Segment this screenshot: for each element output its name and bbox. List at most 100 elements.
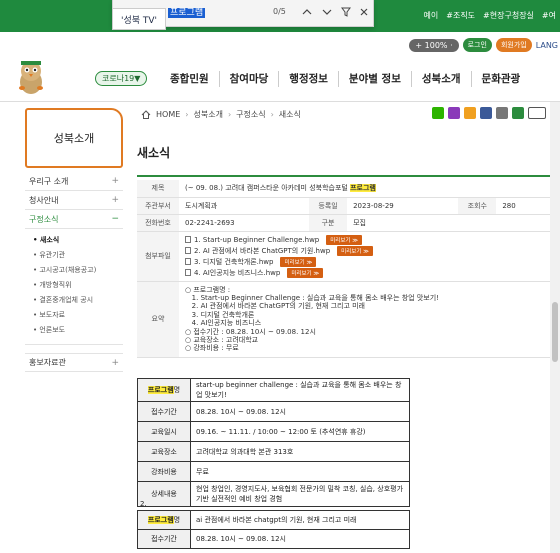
keyword-link[interactable]: #여 xyxy=(542,10,556,21)
nav-item[interactable]: 성북소개 xyxy=(412,71,472,87)
breadcrumb-item[interactable]: 구정소식 xyxy=(236,109,265,120)
file-icon xyxy=(185,236,191,243)
expand-icon: + xyxy=(111,176,119,186)
language-button[interactable]: LANG xyxy=(536,41,560,50)
keyword-link[interactable]: 예이 xyxy=(424,10,439,21)
submenu-item[interactable]: • 유관기관 xyxy=(33,248,123,263)
title-divider xyxy=(137,175,550,177)
find-match-count: 0/5 xyxy=(273,7,286,16)
detail-value: 현업 창업인, 경영지도사, 보육협회 전문가의 밀착 코칭, 실습, 상호평가… xyxy=(190,481,410,507)
filter-icon[interactable] xyxy=(338,4,354,20)
sidebar-item-label: 구정소식 xyxy=(29,214,59,224)
file-icon xyxy=(185,269,191,276)
utility-bar: + 100% · 로그인 회원가입 LANG xyxy=(409,37,560,53)
attachment-list: 1. Start-up Beginner Challenge.hwp 미리보기 ≫… xyxy=(179,231,550,282)
attachment-link[interactable]: 3. 디지털 건축학개론.hwp xyxy=(194,257,273,267)
detail-key: 교육일시 xyxy=(137,421,191,442)
preview-button[interactable]: 미리보기 ≫ xyxy=(337,245,373,256)
search-highlight: 프로그램 xyxy=(350,184,376,193)
nav-item[interactable]: 종합민원 xyxy=(160,71,220,87)
keyword-link[interactable]: #조직도 xyxy=(446,10,475,21)
expand-icon: + xyxy=(111,357,119,368)
attachment-item: 3. 디지털 건축학개론.hwp 미리보기 ≫ xyxy=(185,256,544,267)
detail-value: 08.28. 10시 ~ 09.08. 12시 xyxy=(190,401,410,422)
sidebar-item[interactable]: 홍보자료관 + xyxy=(25,353,123,372)
sidebar-menu: 우리구 소개 + 청사안내 + 구정소식 − • 새소식 • 유관기관 • 고시… xyxy=(25,172,123,372)
sidebar-item[interactable]: 청사안내 + xyxy=(25,191,123,210)
program-detail-table: 프로그램명 ai 관점에서 바라본 chatgpt의 기원, 현재 그리고 미래… xyxy=(137,510,410,549)
find-query: 프로그램 xyxy=(168,8,206,18)
mascot-logo[interactable] xyxy=(14,58,48,96)
print-icon[interactable] xyxy=(496,107,508,119)
find-input[interactable]: 프로그램 xyxy=(168,5,268,21)
breadcrumb-item[interactable]: 성북소개 xyxy=(193,109,222,120)
breadcrumb-home[interactable]: HOME xyxy=(156,110,180,119)
sidebar-title: 성북소개 xyxy=(25,108,123,168)
submenu-item[interactable]: • 언론보도 xyxy=(33,323,123,338)
keyword-link[interactable]: #현장구청장실 xyxy=(483,10,534,21)
submenu-item[interactable]: • 개방형직위 xyxy=(33,278,123,293)
blog-share-icon[interactable] xyxy=(432,107,444,119)
breadcrumb-current: 새소식 xyxy=(278,109,301,119)
nav-item[interactable]: 분야별 정보 xyxy=(339,71,412,87)
covid-menu-button[interactable]: 코로나19▼ xyxy=(95,71,148,86)
detail-key: 강좌비용 xyxy=(137,461,191,482)
summary-label: 요약 xyxy=(137,281,179,358)
submenu-item-active[interactable]: • 새소식 xyxy=(33,233,123,248)
sidebar-submenu: • 새소식 • 유관기관 • 고시공고(채용공고) • 개방형직위 • 결혼중개… xyxy=(25,229,123,345)
preview-button[interactable]: 미리보기 ≫ xyxy=(326,234,362,245)
top-keywords: 예이 #조직도 #현장구청장실 #여 xyxy=(424,10,556,21)
phone-value: 02-2241-2693 xyxy=(179,214,310,232)
file-icon xyxy=(185,247,191,254)
find-bar: '성북 TV' 프로그램 0/5 xyxy=(112,0,374,30)
detail-key: 접수기간 xyxy=(137,401,191,422)
chevron-up-icon[interactable] xyxy=(299,4,315,20)
submenu-item[interactable]: • 보도자료 xyxy=(33,308,123,323)
find-tab-label[interactable]: '성북 TV' xyxy=(112,8,166,30)
font-size-icon[interactable] xyxy=(528,107,546,119)
program-name-label: 프로그램명 xyxy=(137,378,191,402)
sidebar-item[interactable]: 우리구 소개 + xyxy=(25,172,123,191)
sidebar-item-label: 홍보자료관 xyxy=(29,358,66,367)
login-button[interactable]: 로그인 xyxy=(462,38,492,52)
close-icon[interactable] xyxy=(356,4,372,20)
section-number: 2. xyxy=(140,500,147,508)
page-title: 새소식 xyxy=(137,146,171,160)
preview-button[interactable]: 미리보기 ≫ xyxy=(280,256,317,267)
attachment-item: 1. Start-up Beginner Challenge.hwp 미리보기 ≫ xyxy=(185,234,544,245)
search-highlight: 프로그램 xyxy=(147,386,174,394)
file-icon xyxy=(185,258,191,265)
nav-item[interactable]: 행정정보 xyxy=(279,71,339,87)
link-copy-icon[interactable] xyxy=(512,107,524,119)
kakaostory-share-icon[interactable] xyxy=(464,107,476,119)
sidebar-item-label: 우리구 소개 xyxy=(29,176,69,186)
post-subject: (~ 09. 08.) 고려대 캠퍼스타운 아카데미 성북학습포털 프로그램 xyxy=(179,180,550,198)
type-label: 구분 xyxy=(309,214,348,232)
views-value: 280 xyxy=(496,197,550,215)
dept-value: 도시계획과 xyxy=(179,197,310,215)
phone-label: 전화번호 xyxy=(137,214,179,232)
signup-button[interactable]: 회원가입 xyxy=(495,38,532,52)
attachment-link[interactable]: 2. AI 관점에서 바라본 ChatGPT의 기원.hwp xyxy=(194,246,330,256)
attachment-item: 4. AI인공지능 비즈니스.hwp 미리보기 ≫ xyxy=(185,267,544,278)
attachment-link[interactable]: 4. AI인공지능 비즈니스.hwp xyxy=(194,268,280,278)
zoom-control[interactable]: + 100% · xyxy=(409,38,459,52)
chevron-down-icon[interactable] xyxy=(319,4,335,20)
sidebar-item-active[interactable]: 구정소식 − xyxy=(25,210,123,229)
attachment-link[interactable]: 1. Start-up Beginner Challenge.hwp xyxy=(194,236,319,244)
expand-icon: + xyxy=(111,195,119,205)
facebook-share-icon[interactable] xyxy=(480,107,492,119)
submenu-item[interactable]: • 고시공고(채용공고) xyxy=(33,263,123,278)
nav-item[interactable]: 문화관광 xyxy=(472,71,531,87)
date-value: 2023-08-29 xyxy=(347,197,459,215)
submenu-item[interactable]: • 결혼중개업체 공시 xyxy=(33,293,123,308)
detail-value: 무료 xyxy=(190,461,410,482)
post-info-table: 제목 (~ 09. 08.) 고려대 캠퍼스타운 아카데미 성북학습포털 프로그… xyxy=(137,180,550,358)
instagram-share-icon[interactable] xyxy=(448,107,460,119)
scrollbar-thumb[interactable] xyxy=(552,302,558,362)
type-value: 모집 xyxy=(347,214,550,232)
page-scrollbar[interactable] xyxy=(550,102,560,553)
preview-button[interactable]: 미리보기 ≫ xyxy=(287,267,324,278)
nav-item[interactable]: 참여마당 xyxy=(220,71,280,87)
collapse-icon: − xyxy=(111,214,119,224)
